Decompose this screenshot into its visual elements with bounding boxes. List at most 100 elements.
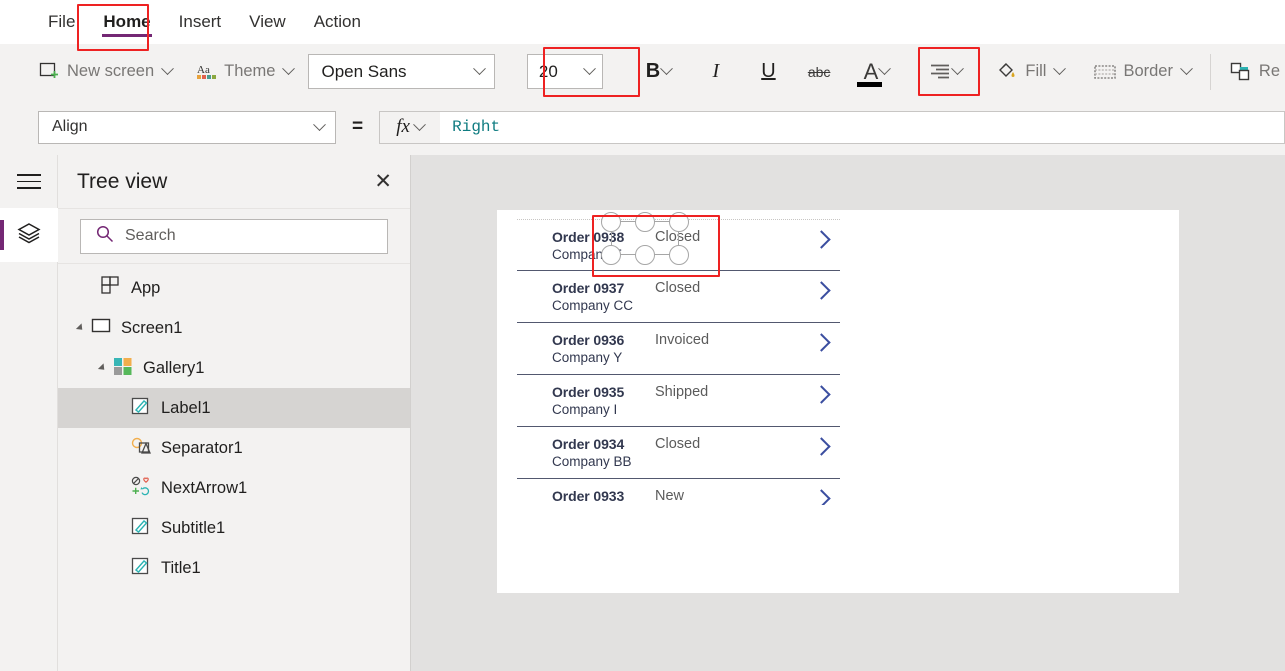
chevron-down-icon <box>660 62 674 76</box>
border-label: Border <box>1123 62 1173 80</box>
chevron-down-icon <box>282 62 296 76</box>
tree-item-label: NextArrow1 <box>161 478 248 497</box>
menu-item-view[interactable]: View <box>235 0 300 44</box>
underline-label: U <box>761 60 776 82</box>
close-icon[interactable]: ✕ <box>374 171 392 192</box>
tree-item-label1[interactable]: Label1 <box>58 388 410 428</box>
tree-search-zone: Search <box>58 208 410 263</box>
search-input[interactable]: Search <box>80 218 388 254</box>
table-row[interactable]: Order 0938 Company F Closed <box>517 219 840 271</box>
next-arrow-icon[interactable] <box>812 437 831 456</box>
tree-item-label: Title1 <box>161 558 201 577</box>
row-title: Order 0936 <box>552 332 625 348</box>
theme-button[interactable]: Aa Theme <box>191 52 298 92</box>
chevron-down-icon <box>313 117 326 131</box>
reorder-icon <box>1230 61 1252 82</box>
font-family-select[interactable]: Open Sans <box>308 54 495 89</box>
formula-input[interactable]: Right <box>440 110 1285 144</box>
reorder-button[interactable]: Re <box>1225 52 1285 92</box>
gallery1[interactable]: Order 0938 Company F Closed Order 0937 C… <box>517 219 840 505</box>
tree-item-app[interactable]: App <box>58 268 410 308</box>
row-title: Order 0937 <box>552 280 625 296</box>
chevron-down-icon <box>878 62 892 76</box>
tree-item-label: App <box>131 278 161 297</box>
next-arrow-icon[interactable] <box>812 281 831 300</box>
label-icon <box>131 396 151 421</box>
hamburger-menu-button[interactable] <box>0 155 58 208</box>
menu-item-action[interactable]: Action <box>300 0 375 44</box>
table-row[interactable]: Order 0936 Company Y Invoiced <box>517 323 840 375</box>
new-screen-button[interactable]: New screen <box>34 52 177 92</box>
menu-bar: File Home Insert View Action <box>0 0 1285 44</box>
new-screen-icon <box>39 61 60 82</box>
text-align-button[interactable] <box>924 52 967 92</box>
tree-item-separator1[interactable]: Separator1 <box>58 428 410 468</box>
strikethrough-button[interactable]: abc <box>799 52 839 92</box>
next-arrow-icon[interactable] <box>812 385 831 404</box>
app-screen-preview[interactable]: Order 0938 Company F Closed Order 0937 C… <box>497 210 1179 593</box>
next-arrow-icon[interactable] <box>812 230 831 249</box>
search-icon <box>95 224 114 248</box>
theme-icon: Aa <box>196 61 217 82</box>
hamburger-icon <box>17 169 41 194</box>
next-arrow-icon[interactable] <box>812 489 831 505</box>
italic-button[interactable]: I <box>696 52 736 92</box>
chevron-down-icon <box>951 62 965 76</box>
svg-text:Aa: Aa <box>197 64 210 76</box>
tree-item-gallery1[interactable]: Gallery1 <box>58 348 410 388</box>
tree-item-label: Label1 <box>161 398 211 417</box>
table-row[interactable]: Order 0935 Company I Shipped <box>517 375 840 427</box>
shapes-icon <box>131 436 151 461</box>
row-subtitle: Company F <box>552 247 622 262</box>
menu-item-home[interactable]: Home <box>89 0 164 44</box>
font-size-wrapper: 20 <box>518 46 612 97</box>
fill-button[interactable]: Fill <box>991 52 1069 92</box>
row-subtitle: Company Y <box>552 350 623 365</box>
rail-item-tree-view[interactable] <box>0 208 58 262</box>
tree-view-header: Tree view ✕ <box>58 155 410 208</box>
tree-item-label: Gallery1 <box>143 358 205 377</box>
tree-view-panel: Tree view ✕ Search App Screen1 Gallery1 … <box>58 155 411 671</box>
menu-item-file[interactable]: File <box>34 0 89 44</box>
font-size-select[interactable]: 20 <box>526 54 603 89</box>
bold-button[interactable]: B <box>634 52 683 92</box>
border-button[interactable]: Border <box>1089 52 1196 92</box>
equals-sign: = <box>352 116 364 137</box>
ribbon-toolbar: New screen Aa Theme Open Sans 20 B I U a… <box>0 44 1285 99</box>
reorder-label: Re <box>1258 62 1280 80</box>
chevron-down-icon <box>413 117 426 131</box>
chevron-down-icon <box>583 62 596 76</box>
align-right-icon <box>929 63 951 80</box>
font-color-button[interactable]: A <box>851 52 902 92</box>
fx-button[interactable]: fx <box>379 110 441 144</box>
property-select[interactable]: Align <box>38 110 336 144</box>
chevron-down-icon <box>473 62 486 76</box>
tree-item-subtitle1[interactable]: Subtitle1 <box>58 508 410 548</box>
row-status: Closed <box>655 280 701 296</box>
row-subtitle: Company BB <box>552 454 632 469</box>
menu-item-insert[interactable]: Insert <box>165 0 236 44</box>
ribbon-divider <box>1209 53 1211 90</box>
formula-value: Right <box>452 118 501 136</box>
power-apps-studio: File Home Insert View Action New screen … <box>0 0 1285 671</box>
next-arrow-icon[interactable] <box>812 333 831 352</box>
table-row[interactable]: Order 0934 Company BB Closed <box>517 427 840 479</box>
bold-label: B <box>645 60 661 82</box>
twisty-expanded-icon[interactable] <box>75 323 86 333</box>
underline-button[interactable]: U <box>749 52 789 92</box>
tree-item-label: Separator1 <box>161 438 243 457</box>
search-placeholder: Search <box>125 227 176 244</box>
table-row[interactable]: Order 0933 New <box>517 479 840 505</box>
fill-label: Fill <box>1025 62 1047 80</box>
chevron-down-icon <box>1180 62 1193 76</box>
left-rail <box>0 155 58 671</box>
fx-label: fx <box>396 116 410 137</box>
tree-item-title1[interactable]: Title1 <box>58 548 410 588</box>
gallery-icon <box>113 356 133 381</box>
twisty-expanded-icon[interactable] <box>97 363 108 373</box>
tree-item-nextarrow1[interactable]: NextArrow1 <box>58 468 410 508</box>
tree-item-screen1[interactable]: Screen1 <box>58 308 410 348</box>
tree-list: App Screen1 Gallery1 Label1 Separator1 N… <box>58 263 410 588</box>
table-row[interactable]: Order 0937 Company CC Closed <box>517 271 840 323</box>
formula-bar: Align = fx Right <box>0 99 1285 155</box>
